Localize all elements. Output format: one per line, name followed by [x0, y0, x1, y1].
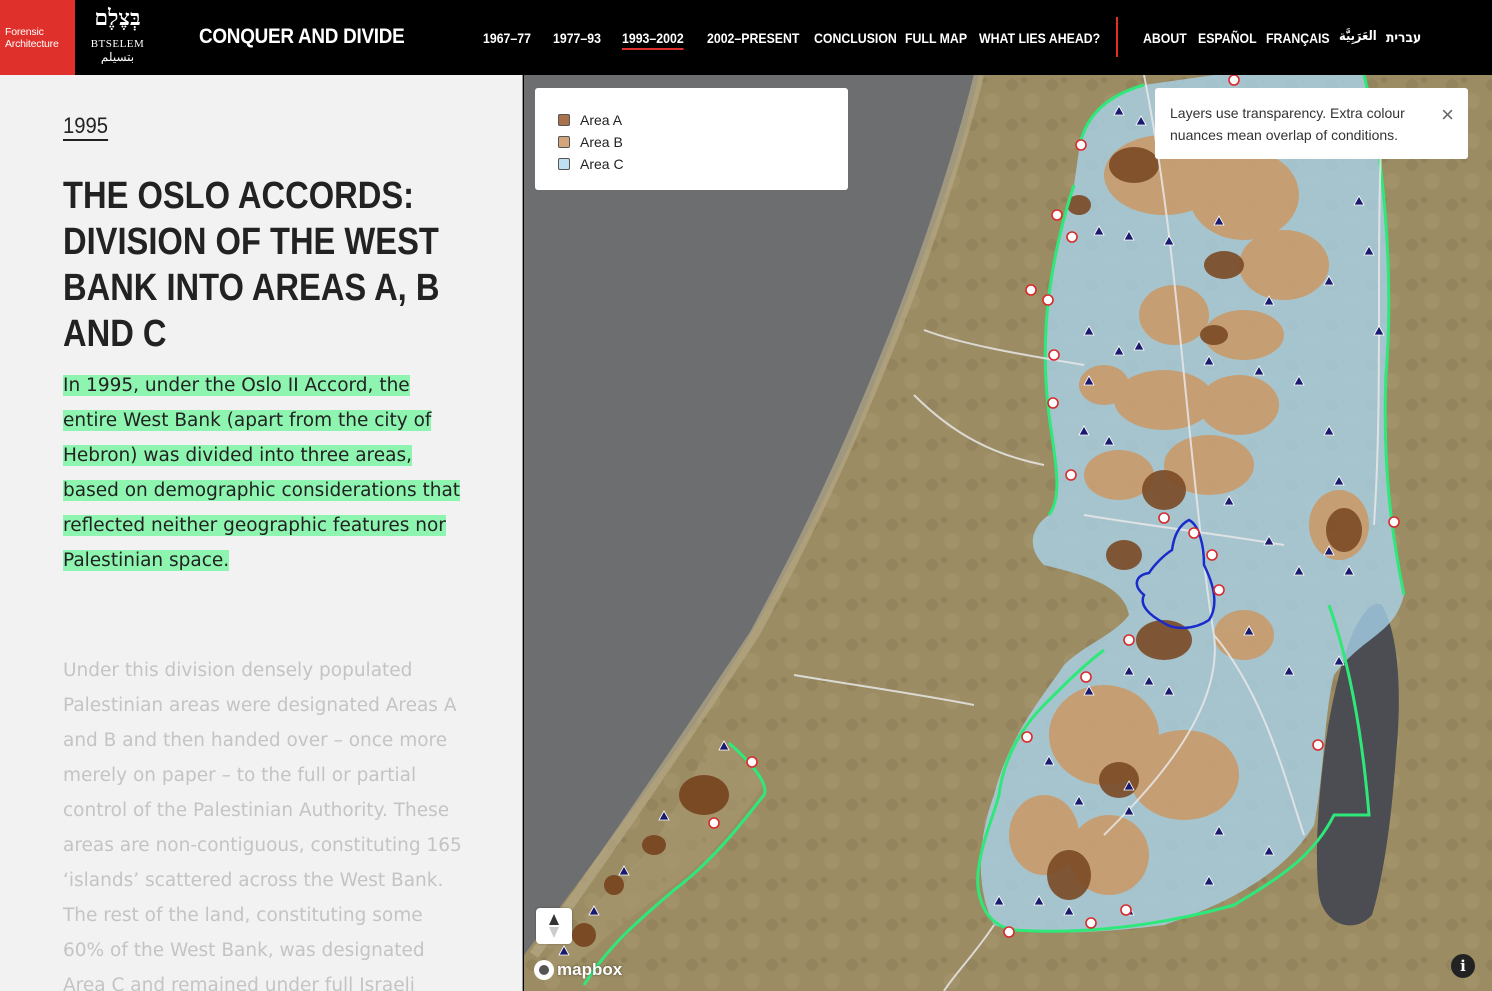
site-title[interactable]: CONQUER AND DIVIDE	[199, 25, 405, 49]
legend-item-area-c[interactable]: Area C	[558, 153, 848, 175]
story-paragraph-next: Under this division densely populated Pa…	[63, 660, 462, 991]
mapbox-label: mapbox	[557, 960, 623, 979]
nav-conclusion[interactable]: CONCLUSION	[814, 30, 897, 46]
nav-1977-93[interactable]: 1977–93	[553, 30, 601, 46]
btselem-logo[interactable]: בְּצֶלֶם BTSELEM بتسيلم	[75, 0, 160, 75]
nav-what-lies-ahead[interactable]: WHAT LIES AHEAD?	[979, 30, 1100, 46]
story-headline: THE OSLO ACCORDS: DIVISION OF THE WEST B…	[63, 175, 440, 355]
info-icon[interactable]: i	[1451, 954, 1475, 978]
nav-about[interactable]: ABOUT	[1143, 30, 1187, 46]
map-view[interactable]: Area A Area B Area C Layers use transpar…	[524, 75, 1492, 991]
fa-logo-line2: Architecture	[5, 38, 59, 50]
compass-icon	[549, 914, 559, 938]
transparency-tooltip: Layers use transparency. Extra colour nu…	[1155, 88, 1468, 159]
legend-item-area-a[interactable]: Area A	[558, 109, 848, 131]
btselem-hebrew: בְּצֶלֶם	[94, 5, 141, 31]
story-panel[interactable]: 1995 THE OSLO ACCORDS: DIVISION OF THE W…	[0, 75, 523, 991]
map-legend: Area A Area B Area C	[535, 88, 848, 190]
btselem-latin: BTSELEM	[90, 38, 145, 50]
story-year: 1995	[63, 113, 109, 141]
legend-label-area-c: Area C	[580, 156, 624, 172]
area-a-swatch	[558, 114, 570, 126]
area-c-swatch	[558, 158, 570, 170]
story-paragraph-active: In 1995, under the Oslo II Accord, the e…	[63, 368, 463, 578]
nav-2002-present[interactable]: 2002–PRESENT	[707, 30, 799, 46]
mapbox-logo-icon	[534, 960, 554, 980]
nav-full-map[interactable]: FULL MAP	[905, 30, 967, 46]
mapbox-attribution[interactable]: mapbox	[534, 960, 622, 980]
tooltip-text: Layers use transparency. Extra colour nu…	[1170, 105, 1405, 143]
site-header: Forensic Architecture בְּצֶלֶם BTSELEM ب…	[0, 0, 1492, 75]
nav-francais[interactable]: FRANÇAIS	[1266, 30, 1330, 46]
area-b-swatch	[558, 136, 570, 148]
compass-button[interactable]	[536, 908, 572, 944]
nav-hebrew[interactable]: עברית	[1386, 30, 1421, 46]
btselem-arabic: بتسيلم	[100, 50, 135, 64]
legend-label-area-b: Area B	[580, 134, 623, 150]
nav-1967-77[interactable]: 1967–77	[483, 30, 531, 46]
nav-divider	[1116, 17, 1118, 57]
nav-1993-2002[interactable]: 1993–2002	[622, 30, 684, 50]
legend-label-area-a: Area A	[580, 112, 623, 128]
highlighted-text: In 1995, under the Oslo II Accord, the e…	[63, 375, 461, 571]
fa-logo-line1: Forensic	[5, 26, 44, 38]
map-canvas[interactable]	[524, 75, 1492, 991]
nav-espanol[interactable]: ESPAÑOL	[1198, 30, 1257, 46]
nav-arabic[interactable]: العَرَبِيَّة	[1339, 29, 1377, 44]
close-icon[interactable]: ×	[1441, 104, 1454, 126]
legend-item-area-b[interactable]: Area B	[558, 131, 848, 153]
forensic-architecture-logo[interactable]: Forensic Architecture	[0, 0, 75, 75]
